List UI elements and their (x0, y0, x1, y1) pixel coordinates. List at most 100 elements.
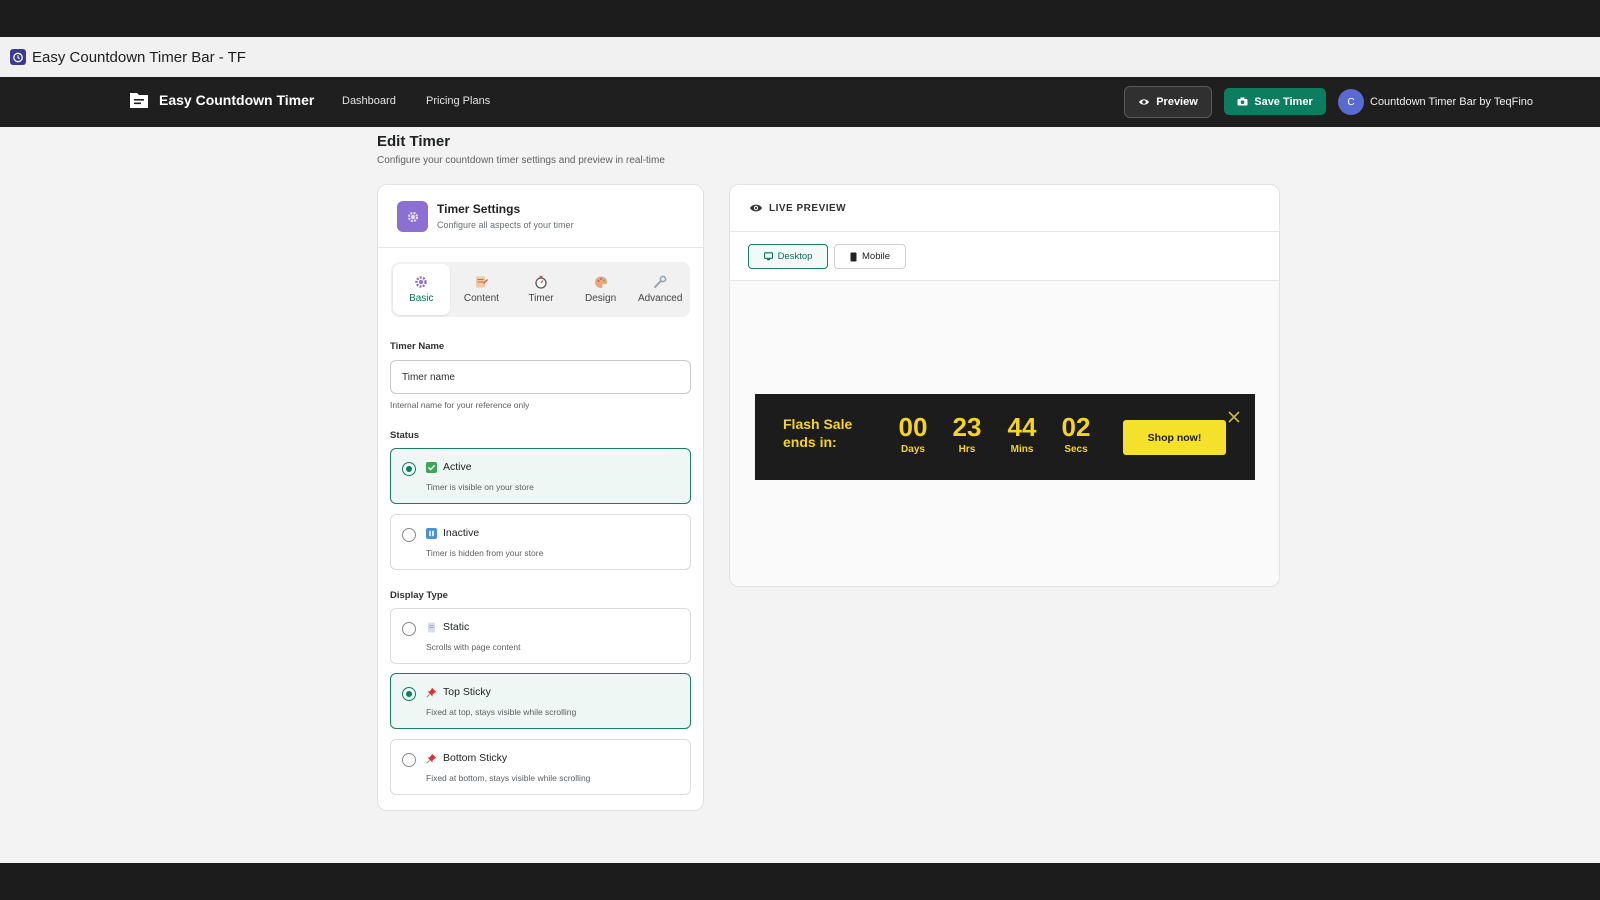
brand-name: Easy Countdown Timer (159, 92, 315, 108)
minutes-label: Mins (1010, 444, 1034, 455)
tab-design-label: Design (585, 293, 617, 304)
mobile-label: Mobile (862, 251, 890, 262)
static-desc: Scrolls with page content (426, 642, 521, 652)
app-title: Easy Countdown Timer Bar - TF (32, 48, 246, 66)
tab-design[interactable]: Design (571, 262, 631, 317)
top-sticky-radio[interactable] (402, 687, 416, 701)
nav-dashboard-link[interactable]: Dashboard (342, 95, 396, 107)
desktop-icon (763, 252, 773, 261)
check-box-icon (426, 462, 437, 473)
top-sticky-title: Top Sticky (443, 686, 491, 698)
mobile-phone-icon (850, 252, 857, 261)
close-icon[interactable] (1228, 411, 1240, 423)
static-radio[interactable] (402, 622, 416, 636)
countdown-minutes: 44 Mins (998, 412, 1046, 455)
tab-advanced-label: Advanced (637, 293, 683, 304)
shop-now-button[interactable]: Shop now! (1123, 420, 1226, 455)
inactive-title: Inactive (443, 527, 480, 539)
stopwatch-icon (535, 275, 547, 289)
page-icon (428, 622, 435, 633)
account-avatar[interactable]: C (1338, 89, 1364, 115)
headline-line-2: ends in: (783, 434, 837, 450)
countdown-seconds: 02 Secs (1052, 412, 1100, 455)
tab-advanced[interactable]: Advanced (630, 262, 690, 317)
seconds-label: Secs (1064, 444, 1088, 455)
account-name[interactable]: Countdown Timer Bar by TeqFino (1370, 96, 1533, 108)
memo-icon (476, 276, 489, 288)
gear-icon (397, 201, 428, 232)
tab-basic-label: Basic (409, 293, 434, 304)
status-label: Status (390, 430, 420, 441)
eye-icon (750, 204, 762, 212)
display-option-static[interactable]: Static Scrolls with page content (390, 608, 691, 664)
seconds-value: 02 (1061, 412, 1091, 442)
status-option-inactive[interactable]: Inactive Timer is hidden from your store (390, 514, 691, 570)
desktop-toggle-button[interactable]: Desktop (748, 244, 828, 269)
timer-name-hint: Internal name for your reference only (390, 400, 530, 410)
app-timer-icon (10, 49, 26, 65)
pushpin-icon (426, 687, 437, 698)
device-toggle-bar: Desktop Mobile (730, 232, 1279, 281)
brand[interactable]: Easy Countdown Timer (129, 91, 314, 109)
palette-icon (594, 276, 607, 288)
page-title: Edit Timer (377, 133, 451, 150)
tab-basic[interactable]: Basic (393, 264, 450, 315)
mobile-toggle-button[interactable]: Mobile (834, 244, 906, 269)
main-content: Edit Timer Configure your countdown time… (0, 127, 1600, 863)
tab-timer[interactable]: Timer (511, 262, 571, 317)
desktop-label: Desktop (777, 251, 813, 262)
eye-icon (1139, 99, 1150, 105)
hours-label: Hrs (958, 444, 976, 455)
preview-button-label: Preview (1156, 96, 1198, 108)
days-value: 00 (898, 412, 928, 442)
save-timer-button[interactable]: Save Timer (1224, 88, 1326, 115)
bottom-sticky-radio[interactable] (402, 753, 416, 767)
tab-content-label: Content (463, 293, 499, 304)
settings-subtitle: Configure all aspects of your timer (437, 220, 574, 230)
countdown-timer-bar: Flash Sale ends in: 00 Days 23 Hrs 44 Mi… (755, 394, 1255, 480)
active-desc: Timer is visible on your store (426, 482, 534, 492)
app-title-bar: Easy Countdown Timer Bar - TF (0, 37, 1600, 77)
active-radio[interactable] (402, 462, 416, 476)
timer-name-input[interactable]: Timer name (390, 360, 691, 394)
static-title: Static (443, 621, 470, 633)
gear-icon (415, 276, 427, 288)
display-option-bottom-sticky[interactable]: Bottom Sticky Fixed at bottom, stays vis… (390, 739, 691, 795)
settings-card-header: Timer Settings Configure all aspects of … (378, 185, 703, 248)
preview-button[interactable]: Preview (1124, 86, 1212, 118)
display-type-label: Display Type (390, 590, 448, 601)
inactive-desc: Timer is hidden from your store (426, 548, 544, 558)
hours-value: 23 (952, 412, 982, 442)
top-navbar: Easy Countdown Timer Dashboard Pricing P… (0, 77, 1600, 127)
countdown-days: 00 Days (889, 412, 937, 455)
timer-name-label: Timer Name (390, 341, 445, 352)
minutes-value: 44 (1007, 412, 1037, 442)
live-preview-card: LIVE PREVIEW Desktop Mobile Flash Sale e… (729, 184, 1280, 587)
inactive-radio[interactable] (402, 528, 416, 542)
settings-title: Timer Settings (437, 202, 521, 216)
display-option-top-sticky[interactable]: Top Sticky Fixed at top, stays visible w… (390, 673, 691, 729)
top-sticky-desc: Fixed at top, stays visible while scroll… (426, 707, 577, 717)
pause-icon (426, 528, 437, 539)
status-option-active[interactable]: Active Timer is visible on your store (390, 448, 691, 504)
nav-pricing-plans-link[interactable]: Pricing Plans (426, 95, 490, 107)
bottom-sticky-desc: Fixed at bottom, stays visible while scr… (426, 773, 591, 783)
live-preview-header: LIVE PREVIEW (730, 185, 1279, 232)
tab-timer-label: Timer (528, 293, 554, 304)
timer-settings-card: Timer Settings Configure all aspects of … (377, 184, 704, 811)
flash-sale-headline: Flash Sale ends in: (783, 415, 873, 451)
countdown-hours: 23 Hrs (943, 412, 991, 455)
page-subtitle: Configure your countdown timer settings … (377, 155, 665, 166)
camera-icon (1237, 97, 1248, 106)
live-preview-title: LIVE PREVIEW (769, 203, 847, 214)
headline-line-1: Flash Sale (783, 416, 853, 432)
bottom-strip (0, 863, 1600, 900)
brand-document-icon (130, 93, 148, 108)
save-timer-label: Save Timer (1254, 95, 1313, 108)
days-label: Days (901, 444, 925, 455)
active-title: Active (443, 461, 472, 473)
settings-tabs: Basic Content Timer Design Advanced (391, 262, 690, 317)
tab-content[interactable]: Content (452, 262, 512, 317)
wrench-icon (654, 275, 667, 288)
pushpin-icon (426, 753, 437, 764)
